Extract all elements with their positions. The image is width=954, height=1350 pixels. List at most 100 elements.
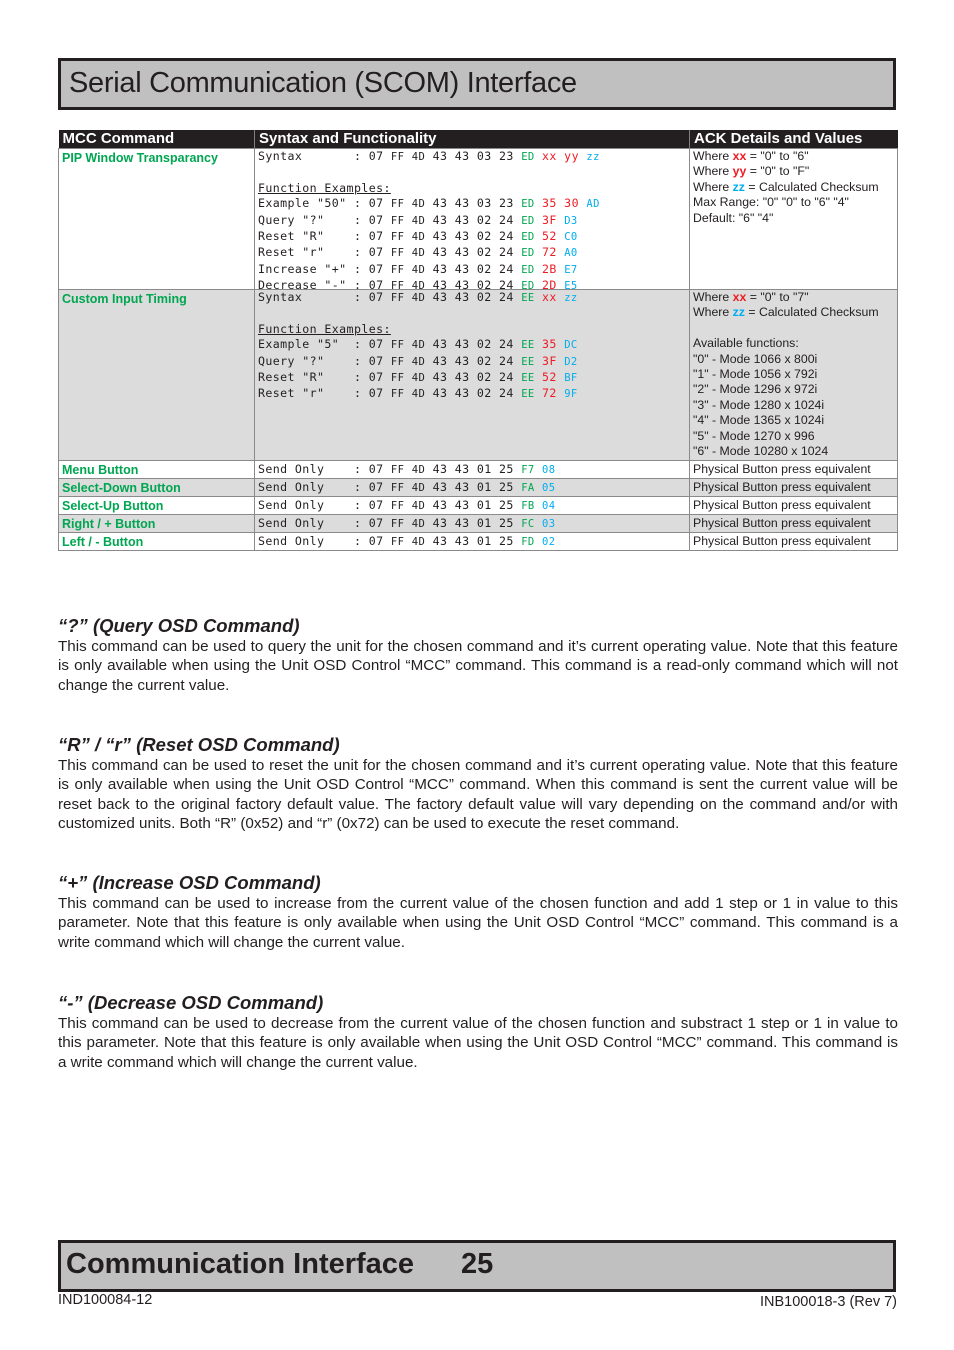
hex-byte: : (353, 229, 362, 244)
hex-byte: 02 (476, 212, 492, 227)
syntax-line: Reset "R" : 07 FF 4D 43 43 02 24 ED 52 C… (258, 229, 686, 245)
hex-byte: 07 (368, 480, 384, 494)
hex-byte: 4D (411, 231, 426, 244)
hex-byte: 4D (411, 263, 426, 276)
checksum-byte: E7 (564, 263, 578, 276)
value-bytes: 52 (542, 370, 557, 385)
ack-xx: Where xx = "0" to "6" (693, 149, 809, 163)
syntax-cell: Send Only : 07 FF 4D 43 43 01 25 FC 03 (254, 514, 690, 533)
hex-byte: : (353, 245, 362, 260)
hex-byte: 43 (432, 196, 448, 211)
hex-byte: : (353, 337, 362, 352)
hex-byte: FF (390, 292, 405, 304)
syntax-line: Reset "r" : 07 FF 4D 43 43 02 24 EE 72 9… (258, 386, 686, 402)
hex-byte: 24 (499, 290, 514, 304)
hex-byte: 43 (432, 462, 448, 476)
value-bytes: xx (542, 290, 557, 304)
document-id-right: INB100018-3 (Rev 7) (759, 1294, 897, 1310)
hex-byte: 07 (368, 516, 384, 530)
ack-zz: Where zz = Calculated Checksum (693, 305, 879, 320)
command-byte: ED (521, 231, 535, 244)
syntax-line: Example "50" : 07 FF 4D 43 43 03 23 ED 3… (258, 196, 686, 212)
section-body: This command can be used to query the un… (58, 638, 898, 694)
value-bytes: 35 (542, 337, 557, 352)
footer-bar: Communication Interface 25 (58, 1240, 896, 1292)
hex-byte: 02 (476, 261, 492, 276)
hex-byte: 43 (432, 498, 448, 512)
ack-cell: Where xx = "0" to "6" Where yy = "0" to … (689, 148, 898, 290)
syntax-line: Send Only : 07 FF 4D 43 43 01 25 FA 05 (258, 479, 686, 496)
function-examples-heading: Function Examples: (258, 180, 391, 195)
command-byte: ED (521, 198, 535, 211)
hex-byte: 02 (476, 229, 492, 244)
command-byte: FB (521, 500, 535, 512)
hex-byte: 02 (476, 290, 492, 304)
hex-byte: 24 (499, 337, 514, 352)
command-byte: FD (521, 536, 535, 548)
command-byte: ED (521, 214, 535, 227)
hex-byte: 01 (476, 498, 492, 512)
hex-byte: 43 (454, 370, 470, 385)
hex-byte: FF (390, 151, 405, 163)
ack-cell: Physical Button press equivalent (689, 460, 898, 479)
ack-zz: Where zz = Calculated Checksum (693, 179, 879, 194)
command-name: Select-Up Button (58, 496, 255, 515)
hex-byte: 43 (454, 337, 470, 352)
hex-byte: 25 (499, 480, 514, 494)
page-number: 25 (461, 1248, 494, 1280)
command-byte: F7 (521, 464, 535, 476)
command-name: Custom Input Timing (58, 289, 255, 461)
hex-byte: 43 (454, 516, 470, 530)
hex-byte: 43 (454, 353, 470, 368)
table-row: Custom Input Timing Syntax : 07 FF 4D 43… (58, 289, 898, 461)
section-decrease: “-” (Decrease OSD Command) This command … (58, 992, 898, 1072)
hex-byte: 4D (411, 292, 426, 304)
hex-byte: 01 (476, 534, 492, 548)
command-byte: EE (521, 339, 535, 352)
section-body: This command can be used to reset the un… (58, 757, 898, 833)
hex-byte: : (353, 480, 362, 494)
hex-byte: 24 (499, 245, 514, 260)
button-rows: Menu Button Send Only : 07 FF 4D 43 43 01… (58, 460, 898, 551)
syntax-line: Query "?" : 07 FF 4D 43 43 02 24 EE 3F D… (258, 354, 686, 370)
ack-function-item: "4" - Mode 1365 x 1024i (693, 413, 825, 428)
command-byte: ED (521, 263, 535, 276)
syntax-line: Reset "R" : 07 FF 4D 43 43 02 24 EE 52 B… (258, 370, 686, 386)
ack-default: Default: "6" "4" (693, 210, 774, 225)
hex-byte: 43 (432, 245, 448, 260)
syntax-line: Function Examples: (258, 181, 686, 196)
syntax-line: Example "5" : 07 FF 4D 43 43 02 24 EE 35… (258, 337, 686, 353)
hex-byte: : (353, 498, 362, 512)
hex-byte: 07 (368, 196, 384, 211)
section-body: This command can be used to increase fro… (58, 895, 898, 951)
checksum-byte: 03 (542, 518, 556, 530)
value-bytes: 2B (542, 261, 557, 276)
command-byte: EE (521, 292, 535, 304)
checksum-byte: 05 (542, 482, 556, 494)
hex-byte: 4D (411, 339, 426, 352)
hex-byte: 07 (368, 462, 384, 476)
syntax-label: Query "?" (258, 212, 354, 227)
hex-byte: : (353, 212, 362, 227)
hex-byte: FF (390, 518, 405, 530)
syntax-line (258, 306, 686, 321)
syntax-line: Syntax : 07 FF 4D 43 43 03 23 ED xx yy z… (258, 149, 686, 165)
hex-byte: 43 (454, 245, 470, 260)
section-reset: “R” / “r” (Reset OSD Command) This comma… (58, 734, 898, 834)
ack-functions-title: Available functions: (693, 336, 799, 351)
syntax-cell: Send Only : 07 FF 4D 43 43 01 25 FA 05 (254, 478, 690, 497)
section-increase: “+” (Increase OSD Command) This command … (58, 872, 898, 952)
hex-byte: FF (390, 198, 405, 211)
hex-byte: 07 (368, 245, 384, 260)
checksum-byte: zz (586, 151, 600, 163)
hex-byte: 4D (411, 372, 426, 385)
checksum-byte: zz (564, 292, 578, 304)
command-byte: EE (521, 355, 535, 368)
hex-byte: : (353, 516, 362, 530)
syntax-line: Send Only : 07 FF 4D 43 43 01 25 FC 03 (258, 515, 686, 532)
checksum-byte: D3 (564, 214, 578, 227)
checksum-byte: 9F (564, 388, 578, 401)
hex-byte: 07 (368, 534, 384, 548)
hex-byte: 43 (454, 149, 470, 163)
hex-byte: 4D (411, 536, 426, 548)
